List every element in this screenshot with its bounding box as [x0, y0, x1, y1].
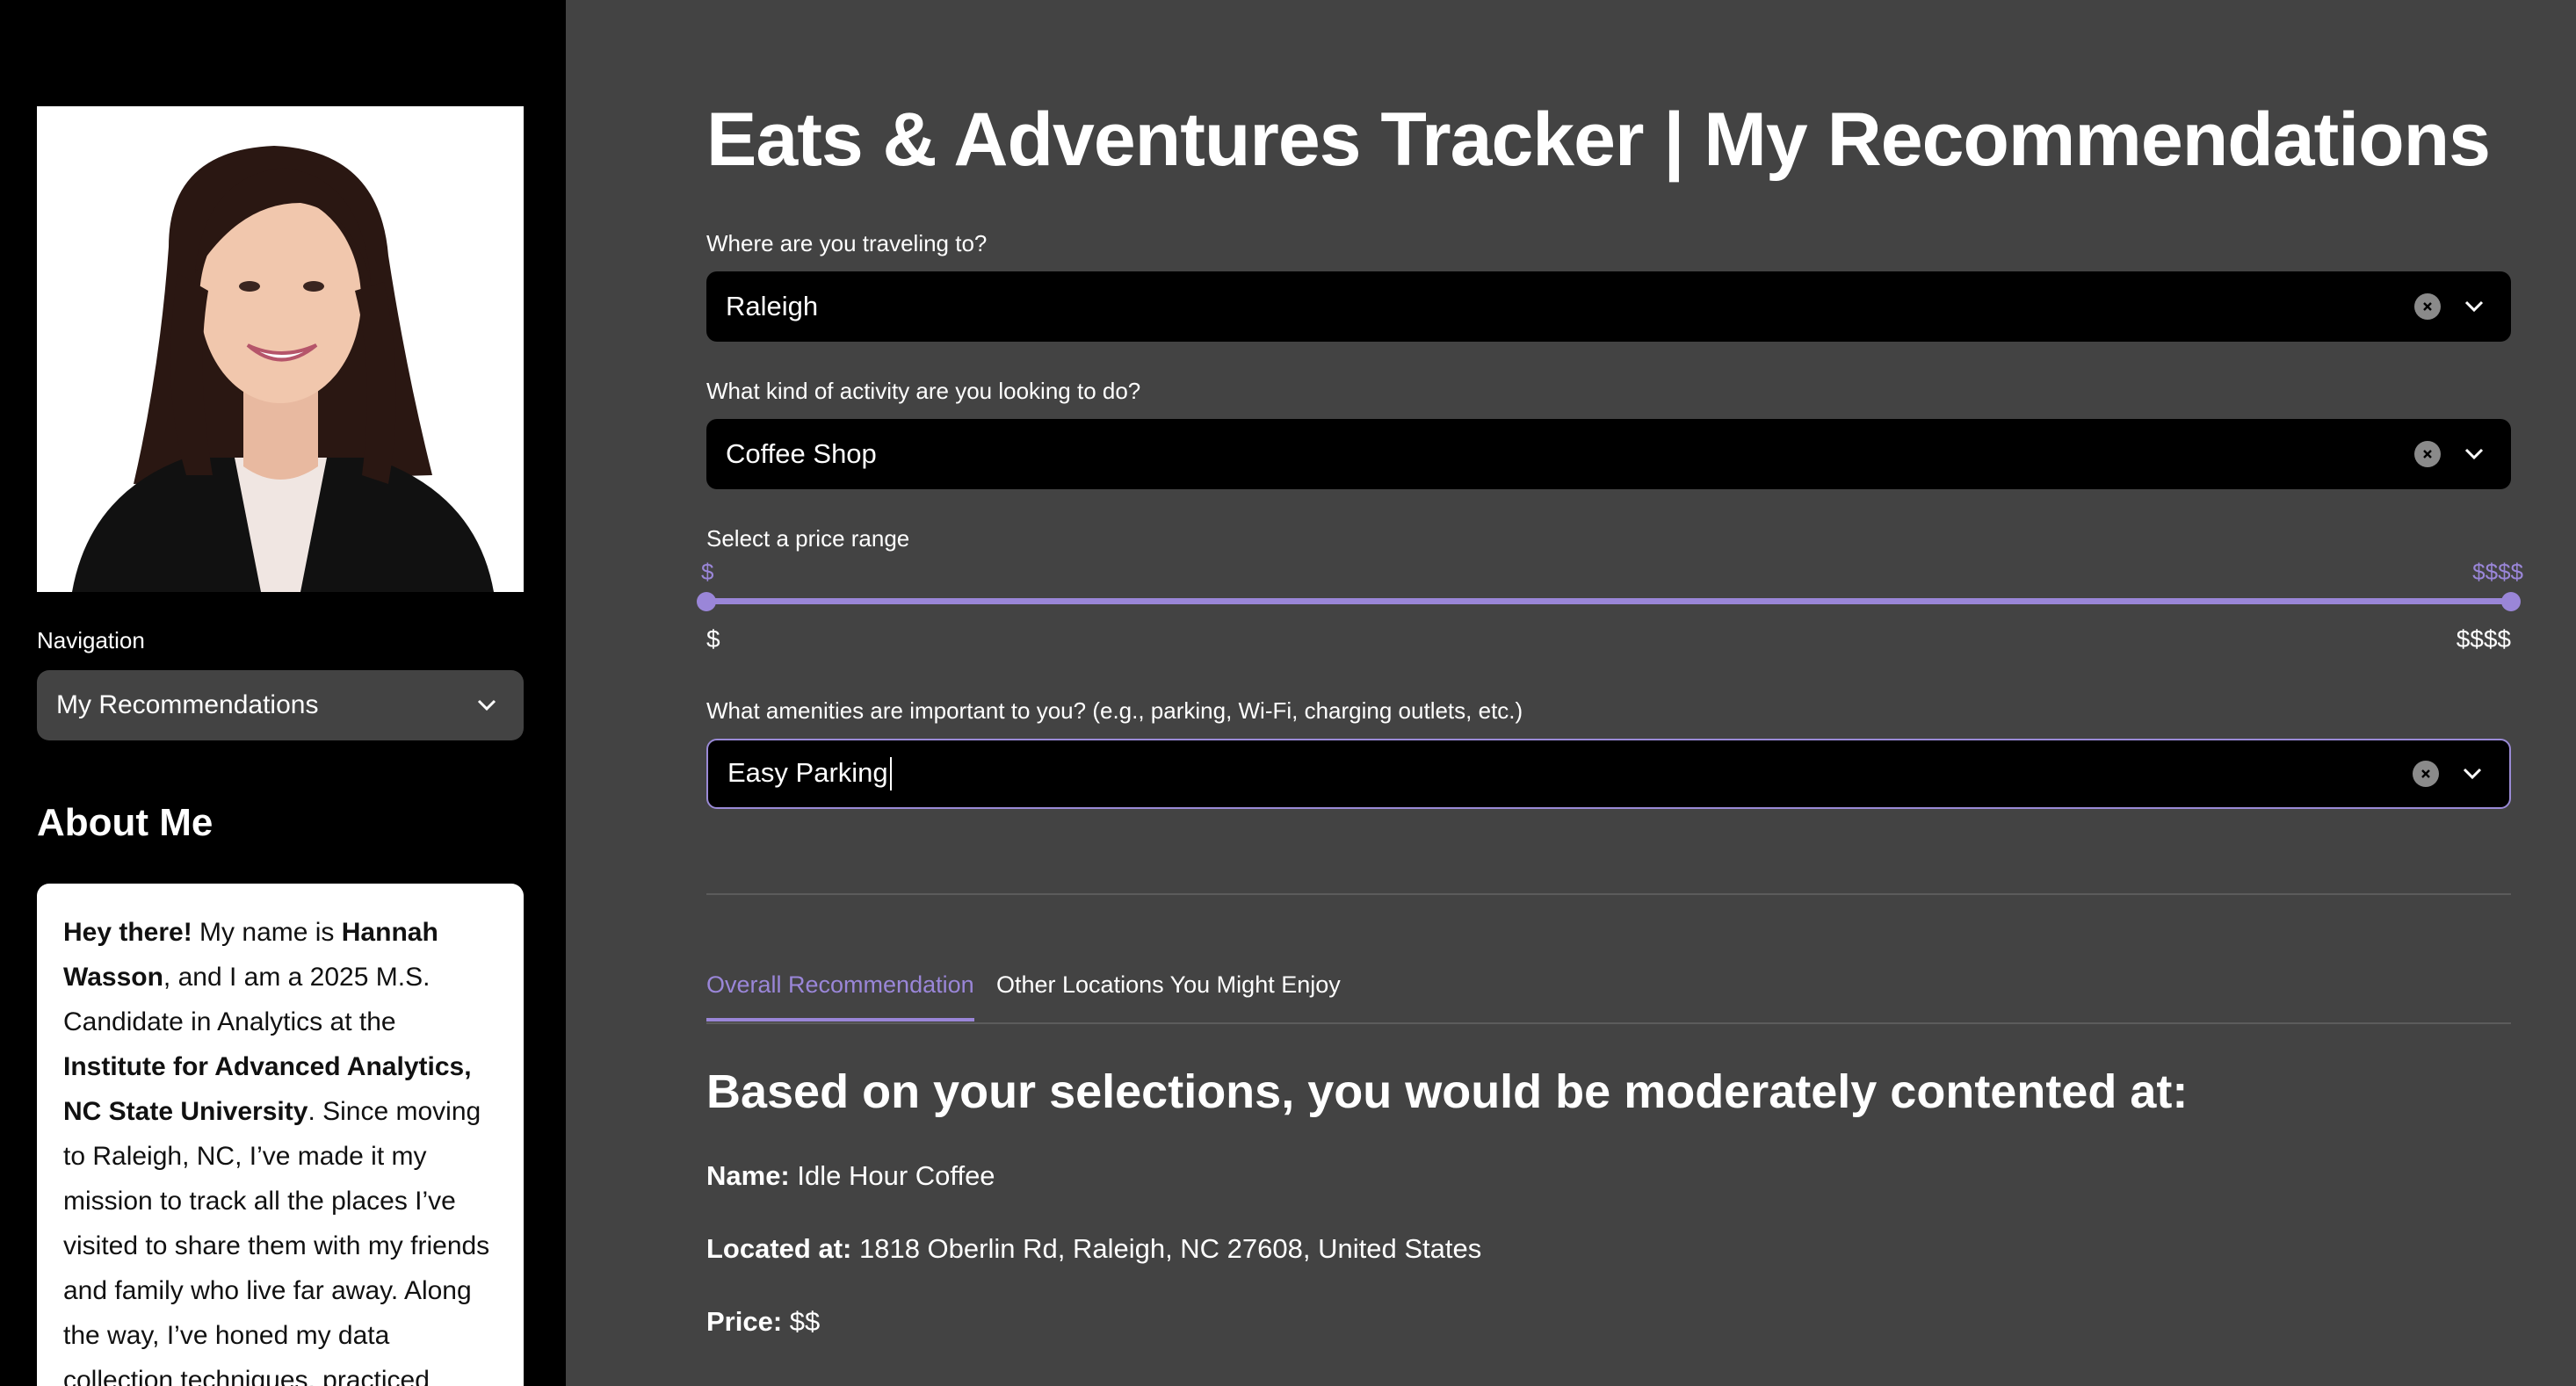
slider-range-min: $	[706, 625, 720, 653]
destination-label: Where are you traveling to?	[706, 230, 988, 256]
amenities-value: Easy Parking	[727, 756, 888, 788]
amenities-label: What amenities are important to you? (e.…	[706, 697, 1523, 724]
slider-track[interactable]	[706, 598, 2511, 604]
slider-selected-min: $	[701, 559, 714, 585]
result-name: Name: Idle Hour Coffee	[706, 1160, 995, 1192]
result-price-value: $$	[782, 1306, 821, 1337]
about-text-3: . Since moving to Raleigh, NC, I’ve made…	[63, 1097, 490, 1386]
destination-select[interactable]: Raleigh	[706, 271, 2511, 342]
price-range-label: Select a price range	[706, 525, 910, 552]
activity-label: What kind of activity are you looking to…	[706, 378, 1141, 404]
slider-range-max: $$$$	[2456, 625, 2511, 653]
navigation-select[interactable]: My Recommendations	[37, 670, 524, 740]
activity-select[interactable]: Coffee Shop	[706, 419, 2511, 489]
clear-icon[interactable]	[2414, 441, 2441, 467]
destination-value: Raleigh	[726, 291, 819, 321]
chevron-down-icon[interactable]	[2457, 289, 2492, 324]
result-location: Located at: 1818 Oberlin Rd, Raleigh, NC…	[706, 1233, 1481, 1265]
slider-selected-max: $$$$	[2472, 559, 2523, 585]
result-price-key: Price:	[706, 1306, 783, 1337]
about-me-card: Hey there! My name is Hannah Wasson, and…	[37, 884, 524, 1386]
result-name-value: Idle Hour Coffee	[789, 1160, 995, 1191]
text-cursor	[889, 757, 892, 791]
result-location-value: 1818 Oberlin Rd, Raleigh, NC 27608, Unit…	[851, 1233, 1482, 1264]
slider-handle-max[interactable]	[2501, 592, 2521, 611]
result-heading: Based on your selections, you would be m…	[706, 1065, 2189, 1118]
result-tabs: Overall Recommendation Other Locations Y…	[706, 966, 2511, 1024]
about-text-1: My name is	[192, 918, 342, 947]
tab-other-locations[interactable]: Other Locations You Might Enjoy	[996, 971, 1341, 1018]
clear-icon[interactable]	[2413, 761, 2439, 787]
chevron-down-icon[interactable]	[2455, 756, 2490, 791]
sidebar: Navigation My Recommendations About Me H…	[0, 0, 566, 1386]
chevron-down-icon[interactable]	[469, 688, 504, 723]
divider	[706, 893, 2511, 895]
amenities-select[interactable]: Easy Parking	[706, 739, 2511, 809]
result-location-key: Located at:	[706, 1233, 852, 1264]
price-range-slider[interactable]: $ $$$$ $ $$$$	[697, 559, 2523, 664]
result-name-key: Name:	[706, 1160, 790, 1191]
about-me-heading: About Me	[37, 801, 213, 844]
profile-photo-illustration	[37, 106, 524, 592]
profile-photo	[37, 106, 524, 592]
page-title: Eats & Adventures Tracker | My Recommend…	[706, 97, 2491, 182]
slider-handle-min[interactable]	[697, 592, 716, 611]
clear-icon[interactable]	[2414, 293, 2441, 320]
about-greeting: Hey there!	[63, 918, 192, 947]
navigation-label: Navigation	[37, 627, 145, 653]
activity-value: Coffee Shop	[726, 438, 877, 469]
result-price: Price: $$	[706, 1306, 820, 1338]
chevron-down-icon[interactable]	[2457, 437, 2492, 472]
tab-overall-recommendation[interactable]: Overall Recommendation	[706, 971, 974, 1021]
navigation-selected-value: My Recommendations	[56, 690, 319, 719]
main-content: Eats & Adventures Tracker | My Recommend…	[566, 0, 2576, 1386]
amenities-value-wrap[interactable]: Easy Parking	[727, 757, 2413, 791]
